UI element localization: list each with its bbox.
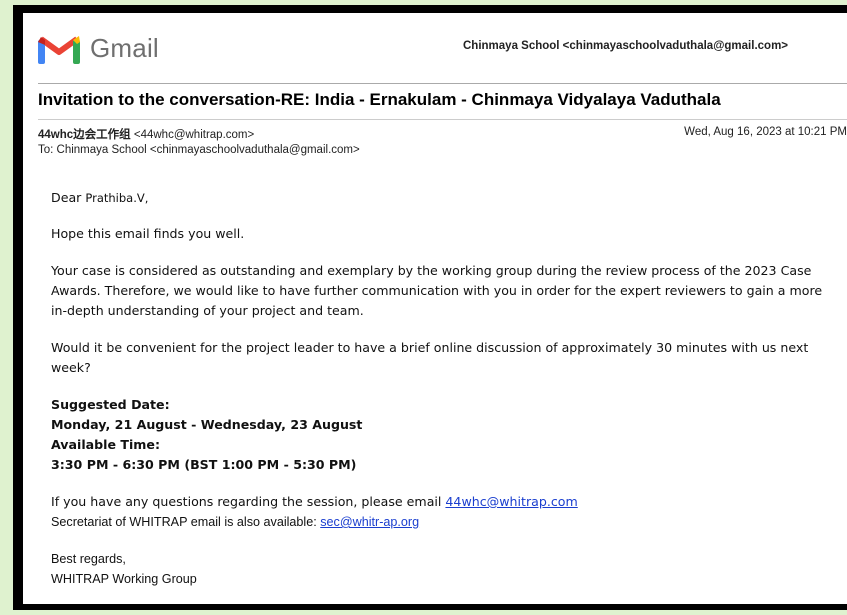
email-body: Dear Prathiba.V, Hope this email finds y… bbox=[51, 188, 841, 589]
email-subject: Invitation to the conversation-RE: India… bbox=[38, 90, 721, 109]
email-meta: 44whc边会工作组 <44whc@whitrap.com> To: Chinm… bbox=[38, 126, 360, 156]
email-print-page: Gmail Chinmaya School <chinmayaschoolvad… bbox=[23, 13, 847, 604]
gmail-wordmark: Gmail bbox=[90, 33, 159, 63]
suggested-date-value: Monday, 21 August - Wednesday, 23 August bbox=[51, 417, 363, 432]
greeting: Dear Prathiba.V, bbox=[51, 188, 841, 208]
screenshot-frame: Gmail Chinmaya School <chinmayaschoolvad… bbox=[13, 5, 847, 610]
email-date: Wed, Aug 16, 2023 at 10:21 PM bbox=[684, 126, 847, 138]
secretariat-email-link[interactable]: sec@whitr-ap.org bbox=[320, 515, 419, 529]
header-divider bbox=[38, 83, 847, 84]
available-time-label: Available Time: bbox=[51, 437, 161, 452]
discussion-paragraph: Would it be convenient for the project l… bbox=[51, 340, 809, 375]
questions-text: If you have any questions regarding the … bbox=[51, 494, 446, 509]
opening-line: Hope this email finds you well. bbox=[51, 226, 245, 241]
contact-email-link[interactable]: 44whc@whitrap.com bbox=[445, 494, 577, 509]
secretariat-text: Secretariat of WHITRAP email is also ava… bbox=[51, 515, 321, 529]
gmail-logo[interactable]: Gmail bbox=[38, 33, 159, 64]
closing-regards: Best regards, bbox=[51, 552, 126, 566]
recipient-name: Prathiba.V, bbox=[85, 191, 149, 205]
suggested-date-label: Suggested Date: bbox=[51, 397, 170, 412]
recipient-line: To: Chinmaya School <chinmayaschoolvadut… bbox=[38, 144, 360, 156]
subject-divider bbox=[38, 119, 847, 120]
sender-address: <44whc@whitrap.com> bbox=[130, 129, 255, 141]
account-label: Chinmaya School <chinmayaschoolvaduthala… bbox=[463, 40, 789, 52]
gmail-logo-icon bbox=[38, 35, 80, 64]
case-paragraph: Your case is considered as outstanding a… bbox=[51, 263, 823, 318]
sender-name: 44whc边会工作组 bbox=[38, 129, 131, 141]
secretariat-line: Secretariat of WHITRAP email is also ava… bbox=[51, 512, 841, 532]
questions-line: If you have any questions regarding the … bbox=[51, 492, 841, 512]
signature: WHITRAP Working Group bbox=[51, 572, 197, 586]
greeting-prefix: Dear bbox=[51, 190, 86, 205]
available-time-value: 3:30 PM - 6:30 PM (BST 1:00 PM - 5:30 PM… bbox=[51, 457, 357, 472]
sender-line: 44whc边会工作组 <44whc@whitrap.com> bbox=[38, 126, 360, 142]
